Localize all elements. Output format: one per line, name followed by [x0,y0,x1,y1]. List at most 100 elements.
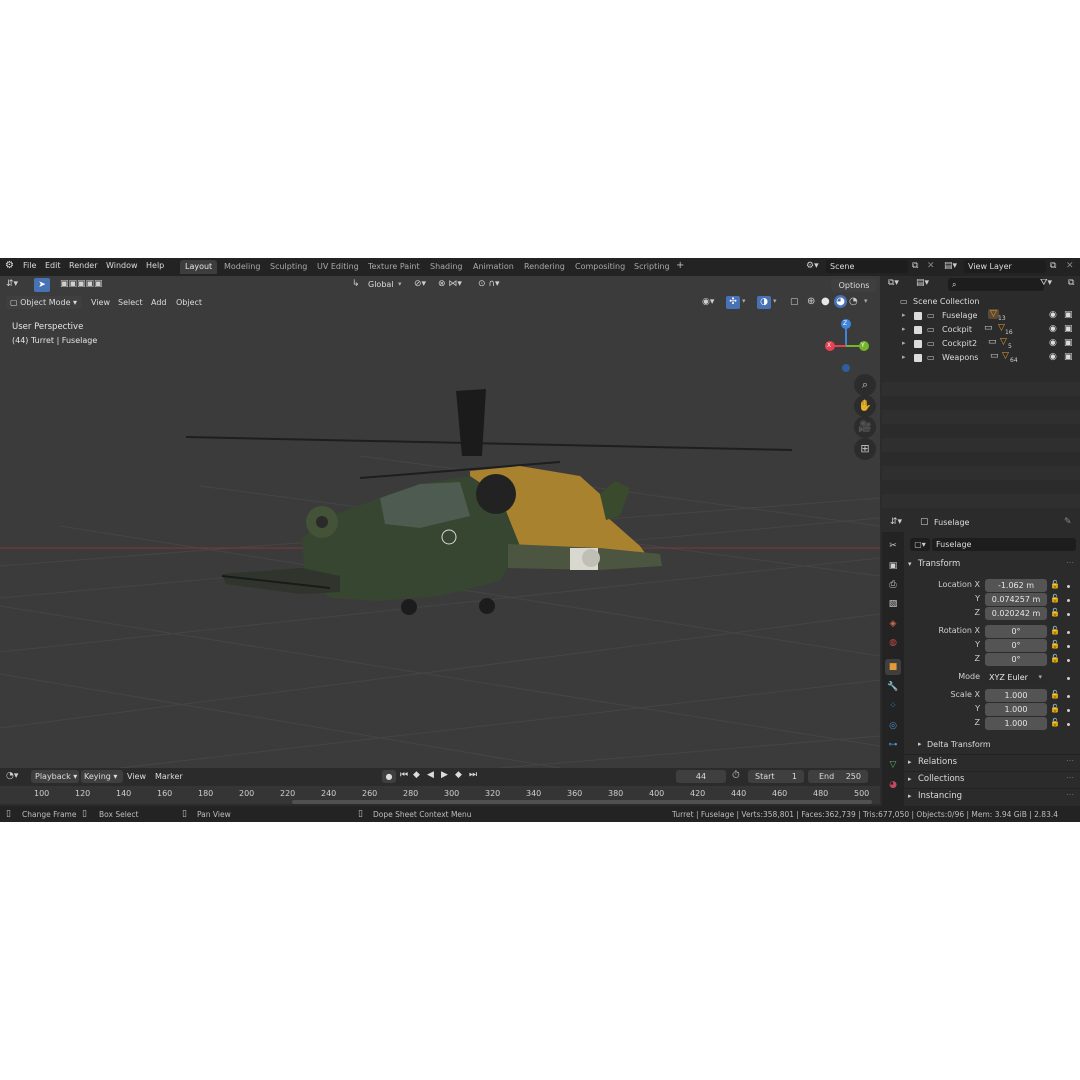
snap-icon[interactable]: ⊗ ⋈▾ [438,279,462,289]
pivot-point-icon[interactable]: ⊘▾ [414,279,426,289]
orientation-dropdown[interactable]: Global [368,280,394,289]
object-type-icon[interactable]: ▢▾ [910,538,930,551]
rotation-x-input[interactable]: 0° [985,625,1047,638]
keyframe-dot[interactable] [1067,599,1070,602]
location-y-input[interactable]: 0.074257 m [985,593,1047,606]
timeline-editor-icon[interactable]: ◔▾ [6,771,18,781]
menu-window[interactable]: Window [106,261,138,270]
tab-texture-paint[interactable]: Texture Paint [363,260,425,274]
lock-icon[interactable]: 🔓 [1050,640,1060,649]
include-checkbox[interactable] [914,354,922,362]
menu-view[interactable]: View [91,298,110,307]
display-mode-icon[interactable]: ▤▾ [916,278,929,288]
outliner-item-cockpit2[interactable]: ▸ ▭ Cockpit2 ▭ ▽ 5 ◉ ▣ [882,337,1080,351]
keyframe-dot[interactable] [1067,585,1070,588]
keyframe-dot[interactable] [1067,645,1070,648]
expand-arrow-icon[interactable]: ▸ [902,339,906,347]
scene-tab-icon[interactable]: ◈ [885,616,901,632]
jump-keyframe-back-icon[interactable]: ◆ [413,770,420,780]
scene-collection-row[interactable]: ▭ Scene Collection [882,295,1080,309]
object-mode-dropdown[interactable]: ▢ Object Mode ▾ [6,296,82,309]
stopwatch-icon[interactable]: ⏱ [732,770,740,781]
keyframe-dot[interactable] [1067,709,1070,712]
particles-tab-icon[interactable]: ⁘ [885,698,901,714]
material-shading-icon[interactable]: ◕ [834,295,847,308]
pin-icon[interactable]: ✎ [1064,517,1072,527]
add-workspace-icon[interactable]: + [676,260,684,271]
jump-end-icon[interactable]: ⏭ [469,770,477,780]
keyframe-dot[interactable] [1067,723,1070,726]
properties-editor-icon[interactable]: ⇵▾ [890,517,902,527]
world-tab-icon[interactable]: ◍ [885,635,901,651]
filter-icon[interactable]: ⛛▾ [1040,278,1052,288]
location-z-input[interactable]: 0.020242 m [985,607,1047,620]
tab-sculpting[interactable]: Sculpting [265,260,312,274]
editor-type-icon[interactable]: ⇵▾ [6,279,18,289]
navigation-gizmo[interactable]: Z Y X [820,316,876,376]
lock-icon[interactable]: 🔓 [1050,594,1060,603]
tab-uv-editing[interactable]: UV Editing [312,260,364,274]
tab-layout[interactable]: Layout [180,260,218,274]
lock-icon[interactable]: 🔓 [1050,608,1060,617]
new-collection-icon[interactable]: ⧉ [1068,278,1074,288]
remove-view-layer-icon[interactable]: ✕ [1066,261,1074,271]
playback-dropdown[interactable]: Playback ▾ [31,770,79,783]
chevron-down-icon[interactable]: ▾ [773,297,777,305]
outliner-item-weapons[interactable]: ▸ ▭ Weapons ▭ ▽ 64 ◉ ▣ [882,351,1080,365]
eye-icon[interactable]: ◉ [1049,310,1057,320]
overlays-icon[interactable]: ◑ [757,296,771,309]
expand-arrow-icon[interactable]: ▸ [908,758,912,766]
output-tab-icon[interactable]: ⎙ [885,577,901,593]
collapse-arrow-icon[interactable]: ▾ [908,560,912,568]
expand-arrow-icon[interactable]: ▸ [902,353,906,361]
camera-icon[interactable]: ▣ [1064,338,1073,348]
eye-icon[interactable]: ◉ [1049,352,1057,362]
modifier-tab-icon[interactable]: 🔧 [885,679,901,695]
include-checkbox[interactable] [914,326,922,334]
expand-arrow-icon[interactable]: ▸ [902,325,906,333]
scale-z-input[interactable]: 1.000 [985,717,1047,730]
drag-handle-icon[interactable]: ⋯ [1066,756,1074,765]
include-checkbox[interactable] [914,312,922,320]
keyframe-dot[interactable] [1067,695,1070,698]
keying-dropdown[interactable]: Keying ▾ [81,770,123,783]
remove-scene-icon[interactable]: ✕ [927,261,935,271]
transform-orientation-icon[interactable]: ↳ [352,279,360,289]
tab-animation[interactable]: Animation [468,260,519,274]
jump-start-icon[interactable]: ⏮ [400,770,408,780]
camera-icon[interactable]: ▣ [1064,324,1073,334]
rotation-mode-dropdown[interactable]: XYZ Euler ▾ [985,671,1047,684]
outliner-item-fuselage[interactable]: ▸ ▭ Fuselage ▽ 13 ◉ ▣ [882,309,1080,323]
tab-scripting[interactable]: Scripting [629,260,675,274]
play-icon[interactable]: ▶ [441,770,448,780]
object-tab-icon[interactable]: ■ [885,659,901,675]
physics-tab-icon[interactable]: ◎ [885,718,901,734]
keyframe-dot[interactable] [1067,659,1070,662]
record-icon[interactable]: ● [382,770,396,783]
camera-view-icon[interactable]: 🎥 [854,416,876,438]
zoom-icon[interactable]: ⌕ [854,374,876,396]
blender-logo-icon[interactable]: ⚙ [5,260,14,271]
menu-add[interactable]: Add [151,298,167,307]
menu-view[interactable]: View [127,772,146,781]
rendered-shading-icon[interactable]: ◔ [849,296,858,307]
chevron-down-icon[interactable]: ▾ [864,297,868,305]
camera-icon[interactable]: ▣ [1064,310,1073,320]
outliner-search-input[interactable]: ⌕ [948,278,1044,291]
wireframe-shading-icon[interactable]: ⊕ [807,296,815,307]
new-view-layer-icon[interactable]: ⧉ [1050,261,1056,271]
include-checkbox[interactable] [914,340,922,348]
transform-section-header[interactable]: Transform [918,559,960,569]
outliner-editor-icon[interactable]: ⧉▾ [888,278,899,288]
expand-arrow-icon[interactable]: ▸ [908,775,912,783]
collections-section-header[interactable]: Collections [918,774,964,784]
keyframe-dot[interactable] [1067,631,1070,634]
menu-file[interactable]: File [23,261,36,270]
menu-edit[interactable]: Edit [45,261,61,270]
location-x-input[interactable]: -1.062 m [985,579,1047,592]
rotation-z-input[interactable]: 0° [985,653,1047,666]
timeline-ruler[interactable]: 100 120 140 160 180 200 220 240 260 280 … [0,786,880,804]
tab-rendering[interactable]: Rendering [519,260,570,274]
expand-arrow-icon[interactable]: ▸ [902,311,906,319]
object-name-field[interactable]: Fuselage [932,538,1076,551]
